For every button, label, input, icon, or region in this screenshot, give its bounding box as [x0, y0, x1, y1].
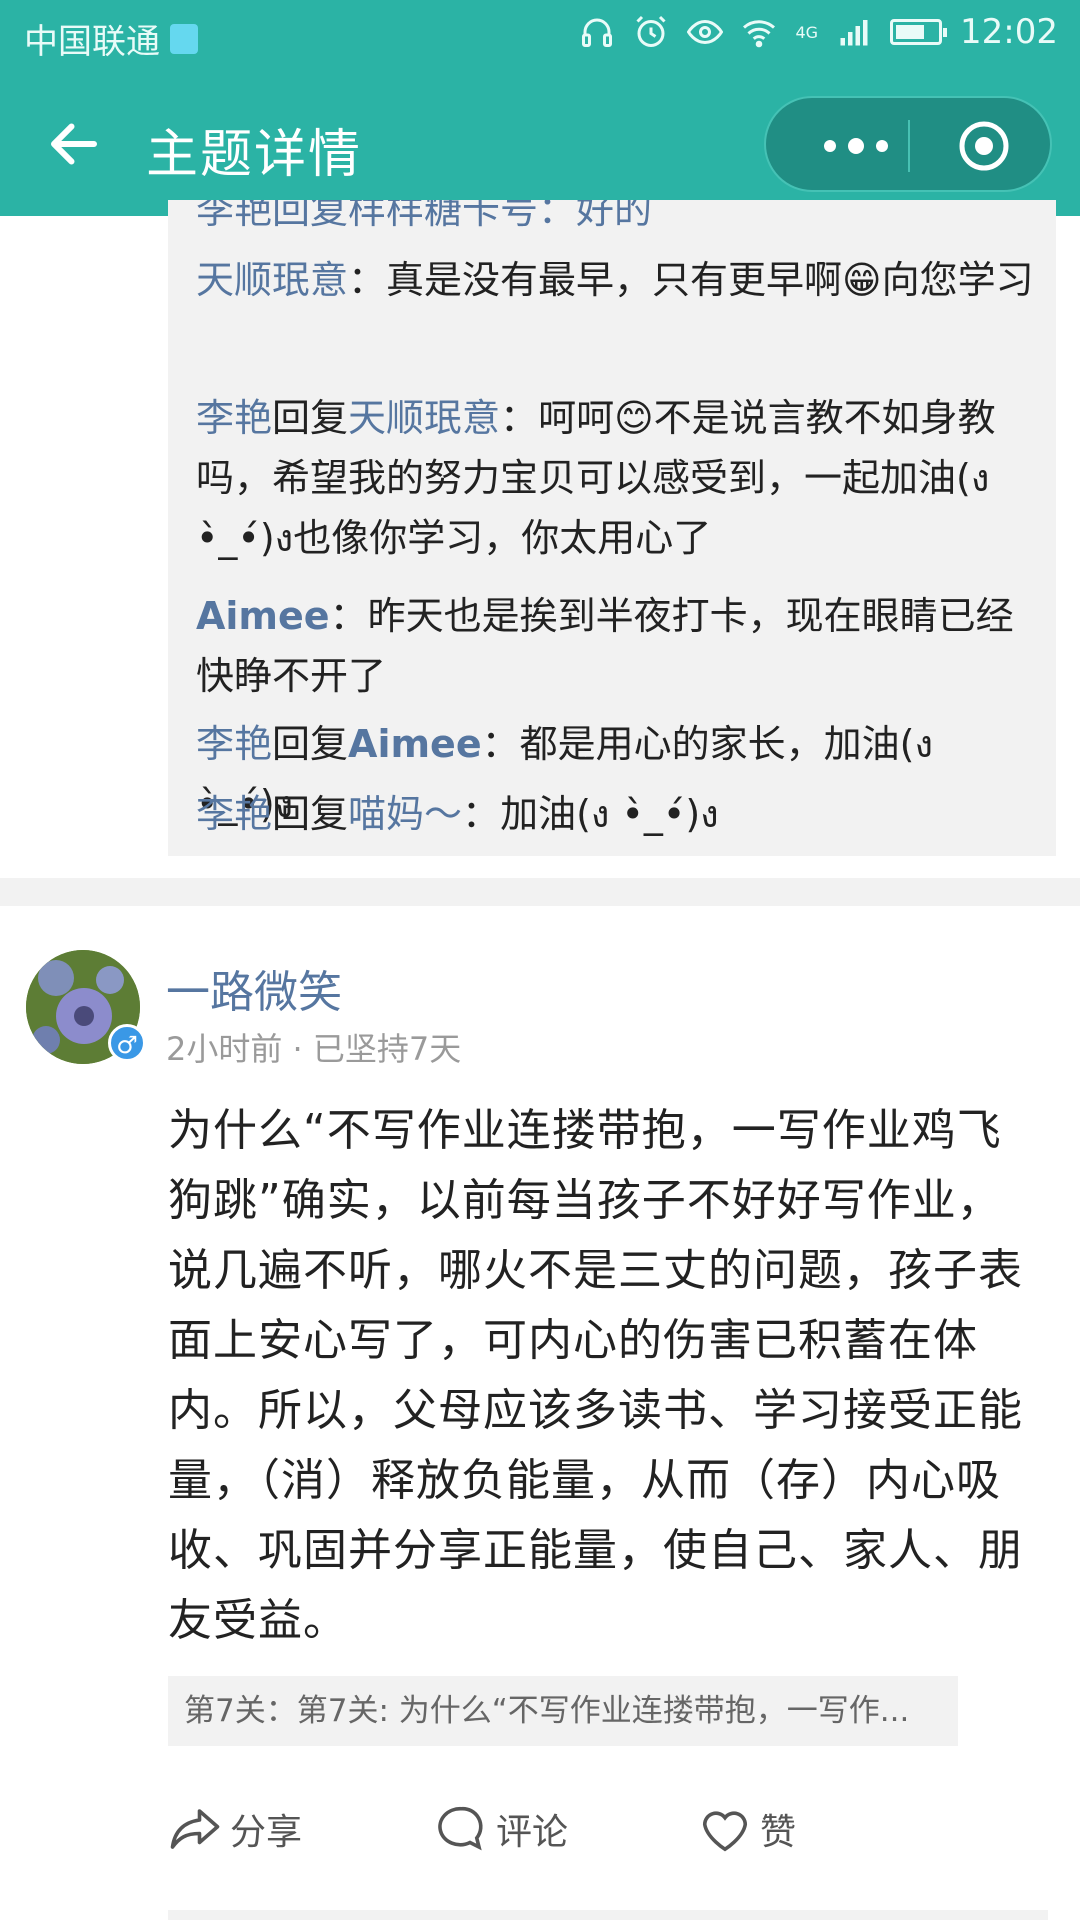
reply-target[interactable]: Aimee — [348, 722, 482, 766]
colon: ： — [329, 594, 368, 638]
signal-icon — [836, 14, 872, 50]
section-divider — [0, 878, 1080, 906]
battery-icon — [890, 19, 948, 45]
page-title: 主题详情 — [146, 125, 363, 185]
comment-panel: 李艳回复样样糖卡号：好的 天顺珉意：真是没有最早，只有更早啊😁向您学习 李艳回复… — [168, 200, 1056, 856]
comment-author[interactable]: 李艳 — [196, 722, 272, 766]
colon: ： — [481, 722, 520, 766]
comment-text: 真是没有最早，只有更早啊😁向您学习 — [386, 258, 1034, 302]
status-bar: 中国联通 4G 12:02 — [0, 0, 1080, 74]
carrier-label: 中国联通 — [24, 22, 160, 62]
share-arrow-icon — [170, 1809, 220, 1849]
post-body: 为什么“不写作业连搂带抱，一写作业鸡飞狗跳”确实，以前每当孩子不好好写作业，说几… — [168, 1105, 1023, 1646]
comment-bubble-icon — [438, 1806, 483, 1851]
capsule-divider — [908, 120, 910, 172]
post-topic-tag[interactable]: 第7关：第7关: 为什么“不写作业连搂带抱，一写作... — [168, 1676, 958, 1746]
arrow-left-icon[interactable] — [44, 114, 104, 174]
comment-author[interactable]: Aimee — [196, 594, 330, 638]
comment-item[interactable]: 李艳回复喵妈～：加油(ง •̀_•́)ง — [196, 784, 1036, 844]
clock-time: 12:02 — [960, 12, 1058, 52]
more-dots-icon[interactable] — [806, 128, 906, 164]
share-button[interactable]: 分享 — [168, 1802, 302, 1856]
colon: ： — [348, 258, 387, 302]
colon: ： — [462, 792, 501, 836]
reply-word: 回复 — [272, 792, 349, 836]
post-meta: 2小时前 · 已坚持7天 — [166, 1030, 462, 1068]
alarm-icon — [633, 14, 669, 50]
bottom-divider — [168, 1910, 1048, 1920]
status-left: 中国联通 — [24, 14, 198, 63]
comment-author[interactable]: 李艳 — [196, 792, 272, 836]
book-app-icon — [170, 23, 198, 54]
male-gender-icon: ♂ — [108, 1024, 146, 1062]
reply-target[interactable]: 天顺珉意 — [348, 396, 500, 440]
comment-author[interactable]: 李艳 — [196, 396, 272, 440]
comment-item[interactable]: 李艳回复天顺珉意：呵呵😊不是说言教不如身教吗，希望我的努力宝贝可以感受到，一起加… — [196, 388, 1036, 568]
like-label: 赞 — [760, 1812, 797, 1853]
colon: ： — [500, 396, 539, 440]
post-author[interactable]: 一路微笑 — [166, 956, 342, 1020]
comment-item[interactable]: 天顺珉意：真是没有最早，只有更早啊😁向您学习 — [196, 250, 1036, 310]
reply-word: 回复 — [272, 722, 349, 766]
network-type: 4G — [795, 22, 819, 42]
comment-label: 评论 — [496, 1812, 569, 1853]
reply-target[interactable]: 喵妈～ — [348, 792, 462, 836]
comment-item[interactable]: Aimee：昨天也是挨到半夜打卡，现在眼睛已经快睁不开了 — [196, 586, 1036, 706]
post-actions: 分享 评论 赞 — [168, 1802, 1048, 1862]
reply-word: 回复 — [272, 396, 349, 440]
title-bar: 主题详情 — [0, 74, 1080, 216]
target-close-icon[interactable] — [956, 118, 1012, 174]
mini-program-capsule — [764, 96, 1052, 192]
headphones-icon — [579, 14, 615, 50]
status-right: 4G 12:02 — [579, 12, 1058, 52]
share-label: 分享 — [230, 1812, 303, 1853]
eye-icon — [687, 14, 724, 50]
partial-comment: 李艳回复样样糖卡号：好的 — [196, 200, 653, 232]
like-button[interactable]: 赞 — [698, 1802, 796, 1856]
heart-icon — [702, 1811, 748, 1852]
wifi-icon — [741, 14, 777, 50]
comment-button[interactable]: 评论 — [434, 1802, 568, 1856]
comment-author[interactable]: 天顺珉意 — [196, 258, 348, 302]
comment-text: 加油(ง •̀_•́)ง — [500, 792, 719, 836]
